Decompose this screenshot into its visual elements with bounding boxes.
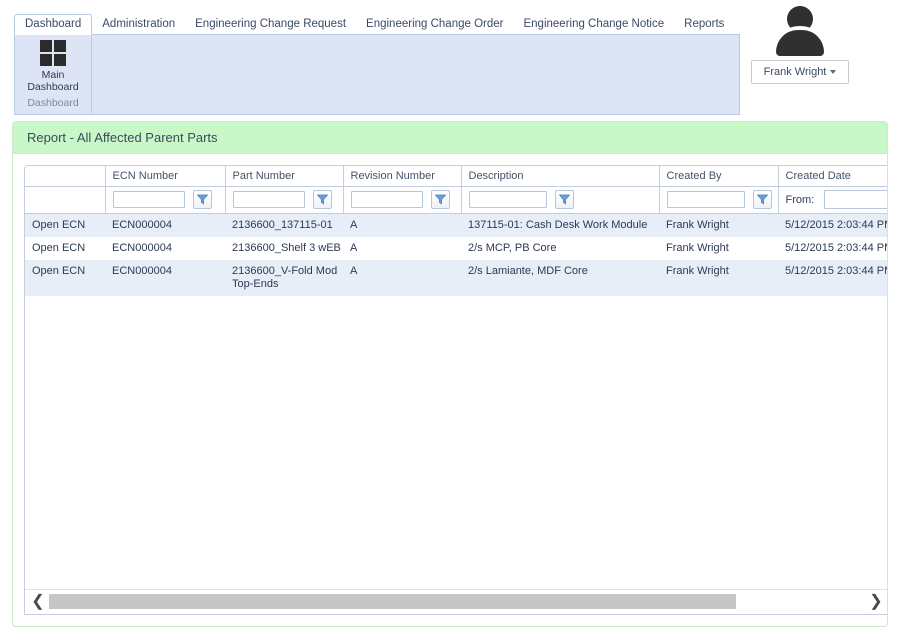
table-row[interactable]: Open ECN ECN000004 2136600_Shelf 3 wEB A… (25, 237, 888, 260)
filter-cell-created-by (659, 186, 779, 214)
column-header-created-by[interactable]: Created By (659, 166, 779, 187)
filter-cell-created-date: From: (778, 186, 887, 214)
tab-label: Reports (684, 18, 725, 30)
cell-ecn-number: ECN000004 (112, 241, 172, 254)
tab-label: Engineering Change Notice (523, 18, 665, 30)
cell-action[interactable]: Open ECN (25, 237, 105, 260)
cell-created-by: Frank Wright (659, 213, 778, 237)
filter-input-revision-number[interactable] (350, 191, 423, 208)
chevron-right-icon[interactable]: ❯ (865, 590, 887, 614)
cell-ecn-number: ECN000004 (105, 213, 225, 237)
tab-administration[interactable]: Administration (92, 14, 185, 35)
cell-created-by: Frank Wright (659, 259, 778, 296)
cell-action[interactable]: Open ECN (25, 259, 105, 296)
filter-cell-revision-number (343, 186, 462, 214)
cell-part-number: 2136600_V-Fold Mod Top-Ends (225, 259, 343, 296)
scrollbar-thumb[interactable] (49, 594, 736, 609)
cell-created-date: 5/12/2015 2:03:44 PM (785, 241, 888, 254)
user-menu-button[interactable]: Frank Wright (750, 60, 850, 84)
ribbon: Dashboard Administration Engineering Cha… (14, 14, 740, 115)
user-block: Frank Wright (740, 4, 860, 84)
chevron-left-icon[interactable]: ❮ (27, 590, 49, 614)
filter-input-created-date-from[interactable] (823, 190, 887, 209)
page-title: All Affected Parent Parts (76, 130, 218, 145)
filter-input-ecn-number[interactable] (112, 191, 185, 208)
cell-created-date: 5/12/2015 2:03:44 PM (778, 213, 887, 237)
filter-cell-part-number (225, 186, 344, 214)
column-header-ecn-number[interactable]: ECN Number (105, 166, 226, 187)
filter-funnel-icon-part-number[interactable] (312, 190, 332, 209)
panel-header: Report - All Affected Parent Parts (13, 122, 887, 154)
cell-part-number: 2136600_Shelf 3 wEB (232, 241, 341, 254)
filter-cell-action (25, 186, 106, 214)
filter-funnel-icon-revision-number[interactable] (430, 190, 450, 209)
column-header-part-number[interactable]: Part Number (225, 166, 344, 187)
table-filter-row: From: (25, 186, 887, 214)
column-header-created-date[interactable]: Created Date (778, 166, 887, 187)
cell-part-number: 2136600_137115-01 (225, 213, 343, 237)
panel-body: ECN Number Part Number Revision Number D… (13, 154, 887, 626)
cell-action[interactable]: Open ECN (25, 213, 105, 237)
ribbon-tabstrip: Dashboard Administration Engineering Cha… (14, 14, 740, 35)
filter-funnel-icon-description[interactable] (554, 190, 574, 209)
filter-input-part-number[interactable] (232, 191, 305, 208)
column-header-description[interactable]: Description (461, 166, 660, 187)
report-panel: Report - All Affected Parent Parts ECN N… (12, 121, 888, 627)
filter-funnel-icon-ecn-number[interactable] (192, 190, 212, 209)
report-table: ECN Number Part Number Revision Number D… (25, 166, 888, 296)
ribbon-group-dashboard: Main Dashboard Dashboard (15, 35, 92, 113)
ribbon-body: Main Dashboard Dashboard (14, 35, 740, 115)
main-dashboard-label: Main Dashboard (27, 69, 79, 93)
table-row[interactable]: Open ECN ECN000004 2136600_V-Fold Mod To… (25, 259, 887, 296)
cell-revision-number: A (343, 259, 461, 296)
cell-created-date: 5/12/2015 2:03:44 PM (778, 259, 887, 296)
column-header-revision-number[interactable]: Revision Number (343, 166, 462, 187)
panel-title-prefix: Report (27, 130, 67, 145)
main-dashboard-button[interactable]: Main Dashboard (15, 40, 91, 93)
panel-title-separator: - (66, 130, 77, 145)
tab-label: Engineering Change Request (195, 18, 347, 30)
column-header-action[interactable] (25, 166, 106, 187)
tab-label: Administration (102, 18, 176, 30)
grid-scroll-viewport: ECN Number Part Number Revision Number D… (25, 166, 888, 590)
table-body: Open ECN ECN000004 2136600_137115-01 A 1… (25, 213, 888, 296)
cell-revision-number: A (350, 241, 358, 254)
cell-description: 2/s Lamiante, MDF Core (461, 259, 659, 296)
filter-cell-description (461, 186, 660, 214)
top-area: Dashboard Administration Engineering Cha… (0, 0, 900, 118)
cell-ecn-number: ECN000004 (105, 259, 225, 296)
report-grid: ECN Number Part Number Revision Number D… (24, 165, 888, 615)
filter-from-label: From: (785, 193, 815, 206)
tab-engineering-change-notice[interactable]: Engineering Change Notice (513, 14, 674, 35)
table-row[interactable]: Open ECN ECN000004 2136600_137115-01 A 1… (25, 213, 887, 237)
scrollbar-track[interactable] (49, 594, 865, 609)
cell-description: 137115-01: Cash Desk Work Module (461, 213, 659, 237)
filter-cell-ecn-number (105, 186, 226, 214)
tab-engineering-change-order[interactable]: Engineering Change Order (356, 14, 513, 35)
grid-2x2-icon (40, 40, 66, 66)
ribbon-group-label: Dashboard (27, 97, 79, 109)
user-name-label: Frank Wright (763, 66, 827, 78)
tab-label: Dashboard (25, 18, 82, 30)
horizontal-scrollbar[interactable]: ❮ ❯ (25, 589, 887, 614)
cell-created-by: Frank Wright (666, 241, 729, 254)
filter-funnel-icon-created-by[interactable] (752, 190, 772, 209)
tab-reports[interactable]: Reports (674, 14, 734, 35)
tab-dashboard[interactable]: Dashboard (14, 14, 93, 35)
filter-input-created-by[interactable] (666, 191, 745, 208)
tab-engineering-change-request[interactable]: Engineering Change Request (185, 14, 356, 35)
user-avatar-icon (771, 4, 829, 56)
tab-label: Engineering Change Order (366, 18, 504, 30)
cell-revision-number: A (343, 213, 461, 237)
filter-input-description[interactable] (468, 191, 547, 208)
table-header-row: ECN Number Part Number Revision Number D… (25, 166, 887, 187)
cell-description: 2/s MCP, PB Core (468, 241, 557, 254)
caret-down-icon (830, 70, 837, 75)
